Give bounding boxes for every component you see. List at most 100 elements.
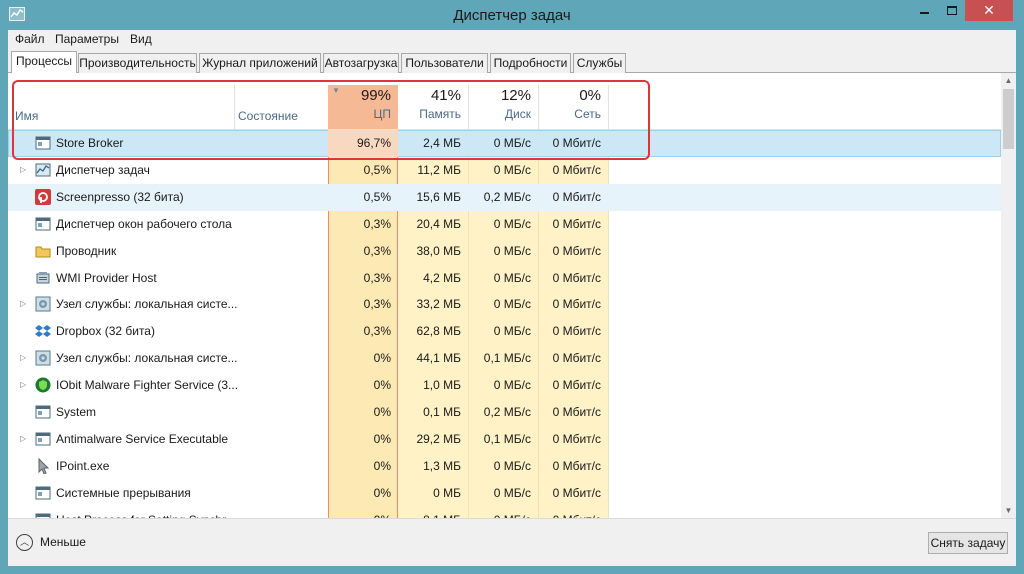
process-memory: 11,2 МБ: [417, 162, 461, 177]
tab-app-history[interactable]: Журнал приложений: [199, 53, 321, 73]
process-disk: 0,1 МБ/с: [483, 431, 531, 446]
window-title: Диспетчер задач: [453, 7, 571, 24]
process-network: 0 Мбит/с: [552, 189, 601, 204]
process-memory: 8,1 МБ: [398, 507, 468, 518]
footer: ︿ Меньше Снять задачу: [8, 518, 1016, 566]
chevron-up-icon: ︿: [16, 534, 33, 551]
process-memory: 38,0 МБ: [416, 243, 461, 258]
process-row[interactable]: Host Process for Setting Synchr... 0%8,1 …: [8, 507, 1001, 518]
process-list: Store Broker 96,7% 2,4 МБ 0 МБ/с 0 Мбит/с ▷ Ди…: [8, 130, 1001, 518]
shield-icon: [35, 377, 51, 393]
process-row[interactable]: ▷ Antimalware Service Executable 0% 29,2 МБ…: [8, 426, 1001, 453]
process-name: Dropbox (32 бита): [56, 324, 155, 339]
process-row[interactable]: ▷ IObit Malware Fighter Service (3... 0% 1,…: [8, 372, 1001, 399]
process-row[interactable]: IPoint.exe 0% 1,3 МБ 0 МБ/с 0 Мбит/с: [8, 453, 1001, 480]
process-name: Antimalware Service Executable: [56, 431, 229, 446]
process-network: 0 Мбит/с: [552, 378, 601, 393]
tab-strip: Процессы Производительность Журнал прило…: [8, 51, 1016, 74]
process-cpu: 0,3%: [363, 216, 391, 231]
process-cpu: 0,3%: [363, 297, 391, 312]
process-disk: 0 МБ/с: [493, 458, 531, 473]
process-row[interactable]: System 0% 0,1 МБ 0,2 МБ/с 0 Мбит/с: [8, 399, 1001, 426]
process-cpu: 0%: [373, 458, 391, 473]
process-memory: 20,4 МБ: [416, 216, 461, 231]
dropbox-icon: [35, 323, 51, 339]
process-memory: 1,3 МБ: [423, 458, 461, 473]
expand-arrow-icon[interactable]: ▷: [20, 372, 26, 398]
process-network: 0 Мбит/с: [552, 351, 601, 366]
title-bar[interactable]: Диспетчер задач ✕: [0, 0, 1024, 30]
minimize-icon: [920, 11, 929, 14]
scroll-up-icon[interactable]: ▲: [1001, 73, 1016, 88]
expand-arrow-icon[interactable]: ▷: [20, 426, 26, 452]
process-network: 0 Мбит/с: [552, 405, 601, 419]
process-name: Узел службы: локальная систе...: [56, 351, 238, 366]
process-memory: 0,1 МБ: [423, 405, 461, 419]
process-row[interactable]: Dropbox (32 бита) 0,3% 62,8 МБ 0 МБ/с 0 Мбит…: [8, 318, 1001, 345]
process-name: Узел службы: локальная систе...: [56, 297, 238, 312]
process-network: 0 Мбит/с: [538, 507, 608, 518]
process-name: IObit Malware Fighter Service (3...: [56, 378, 239, 393]
process-cpu: 0,5%: [363, 189, 391, 204]
process-memory: 33,2 МБ: [416, 297, 461, 312]
process-name: Диспетчер окон рабочего стола: [56, 216, 232, 231]
process-disk: 0 МБ/с: [493, 324, 531, 339]
process-disk: 0,2 МБ/с: [483, 189, 531, 204]
process-row[interactable]: ▷ Узел службы: локальная систе... 0,3% 33,2…: [8, 291, 1001, 318]
vertical-scrollbar[interactable]: ▲ ▼: [1001, 73, 1016, 518]
end-task-button[interactable]: Снять задачу: [928, 532, 1008, 554]
process-row[interactable]: Диспетчер окон рабочего стола 0,3% 20,4 МБ…: [8, 211, 1001, 238]
tab-services[interactable]: Службы: [573, 53, 626, 73]
process-disk: 0 МБ/с: [493, 485, 531, 500]
process-network: 0 Мбит/с: [552, 216, 601, 231]
process-row[interactable]: Проводник 0,3% 38,0 МБ 0 МБ/с 0 Мбит/с: [8, 238, 1001, 265]
process-memory: 4,2 МБ: [423, 270, 461, 285]
process-row[interactable]: Screenpresso (32 бита) 0,5% 15,6 МБ 0,2 МБ/…: [8, 183, 1001, 211]
task-manager-window: Диспетчер задач ✕ Файл Параметры Вид Про…: [0, 0, 1024, 574]
process-cpu: 0%: [373, 485, 391, 500]
process-disk: 0 МБ/с: [493, 297, 531, 312]
close-button[interactable]: ✕: [965, 0, 1013, 21]
maximize-icon: [946, 6, 957, 16]
minimize-button[interactable]: [911, 0, 938, 21]
process-network: 0 Мбит/с: [552, 431, 601, 446]
process-memory: 29,2 МБ: [416, 431, 461, 446]
tab-performance[interactable]: Производительность: [78, 53, 197, 73]
process-disk: 0 МБ/с: [493, 243, 531, 258]
process-cpu: 0%: [373, 378, 391, 393]
maximize-button[interactable]: [938, 0, 965, 21]
menu-file[interactable]: Файл: [15, 32, 45, 46]
process-cpu: 0%: [373, 405, 391, 419]
pointer-icon: [35, 457, 51, 475]
scrollbar-thumb[interactable]: [1003, 89, 1014, 149]
window-icon: [35, 216, 51, 232]
menu-options[interactable]: Параметры: [55, 32, 119, 46]
expand-arrow-icon[interactable]: ▷: [20, 157, 26, 183]
process-row[interactable]: WMI Provider Host 0,3% 4,2 МБ 0 МБ/с 0 Мбит/…: [8, 265, 1001, 292]
scroll-down-icon[interactable]: ▼: [1001, 503, 1016, 518]
tab-processes[interactable]: Процессы: [11, 51, 77, 74]
process-network: 0 Мбит/с: [552, 162, 601, 177]
process-row[interactable]: ▷ Узел службы: локальная систе... 0% 44,1 М…: [8, 345, 1001, 372]
tab-users[interactable]: Пользователи: [401, 53, 488, 73]
process-disk: 0 МБ/с: [493, 216, 531, 231]
tab-details[interactable]: Подробности: [490, 53, 571, 73]
expand-arrow-icon[interactable]: ▷: [20, 291, 26, 317]
tab-startup[interactable]: Автозагрузка: [323, 53, 399, 73]
process-network: 0 Мбит/с: [552, 270, 601, 285]
process-name: Диспетчер задач: [56, 162, 150, 177]
process-network: 0 Мбит/с: [552, 243, 601, 258]
process-name: IPoint.exe: [56, 458, 110, 473]
process-memory: 1,0 МБ: [423, 378, 461, 393]
process-name: System: [56, 405, 97, 419]
wmi-icon: [35, 270, 51, 286]
menu-view[interactable]: Вид: [130, 32, 152, 46]
process-disk: 0 МБ/с: [493, 162, 531, 177]
process-row[interactable]: ▷ Диспетчер задач 0,5% 11,2 МБ 0 МБ/с 0 Мбит/…: [8, 157, 1001, 184]
process-name: Системные прерывания: [56, 485, 191, 500]
expand-arrow-icon[interactable]: ▷: [20, 345, 26, 371]
process-name: WMI Provider Host: [56, 270, 157, 285]
highlight-annotation: [12, 80, 650, 160]
process-row[interactable]: Системные прерывания 0% 0 МБ 0 МБ/с 0 Мбит/с: [8, 480, 1001, 507]
process-memory: 15,6 МБ: [416, 189, 461, 204]
